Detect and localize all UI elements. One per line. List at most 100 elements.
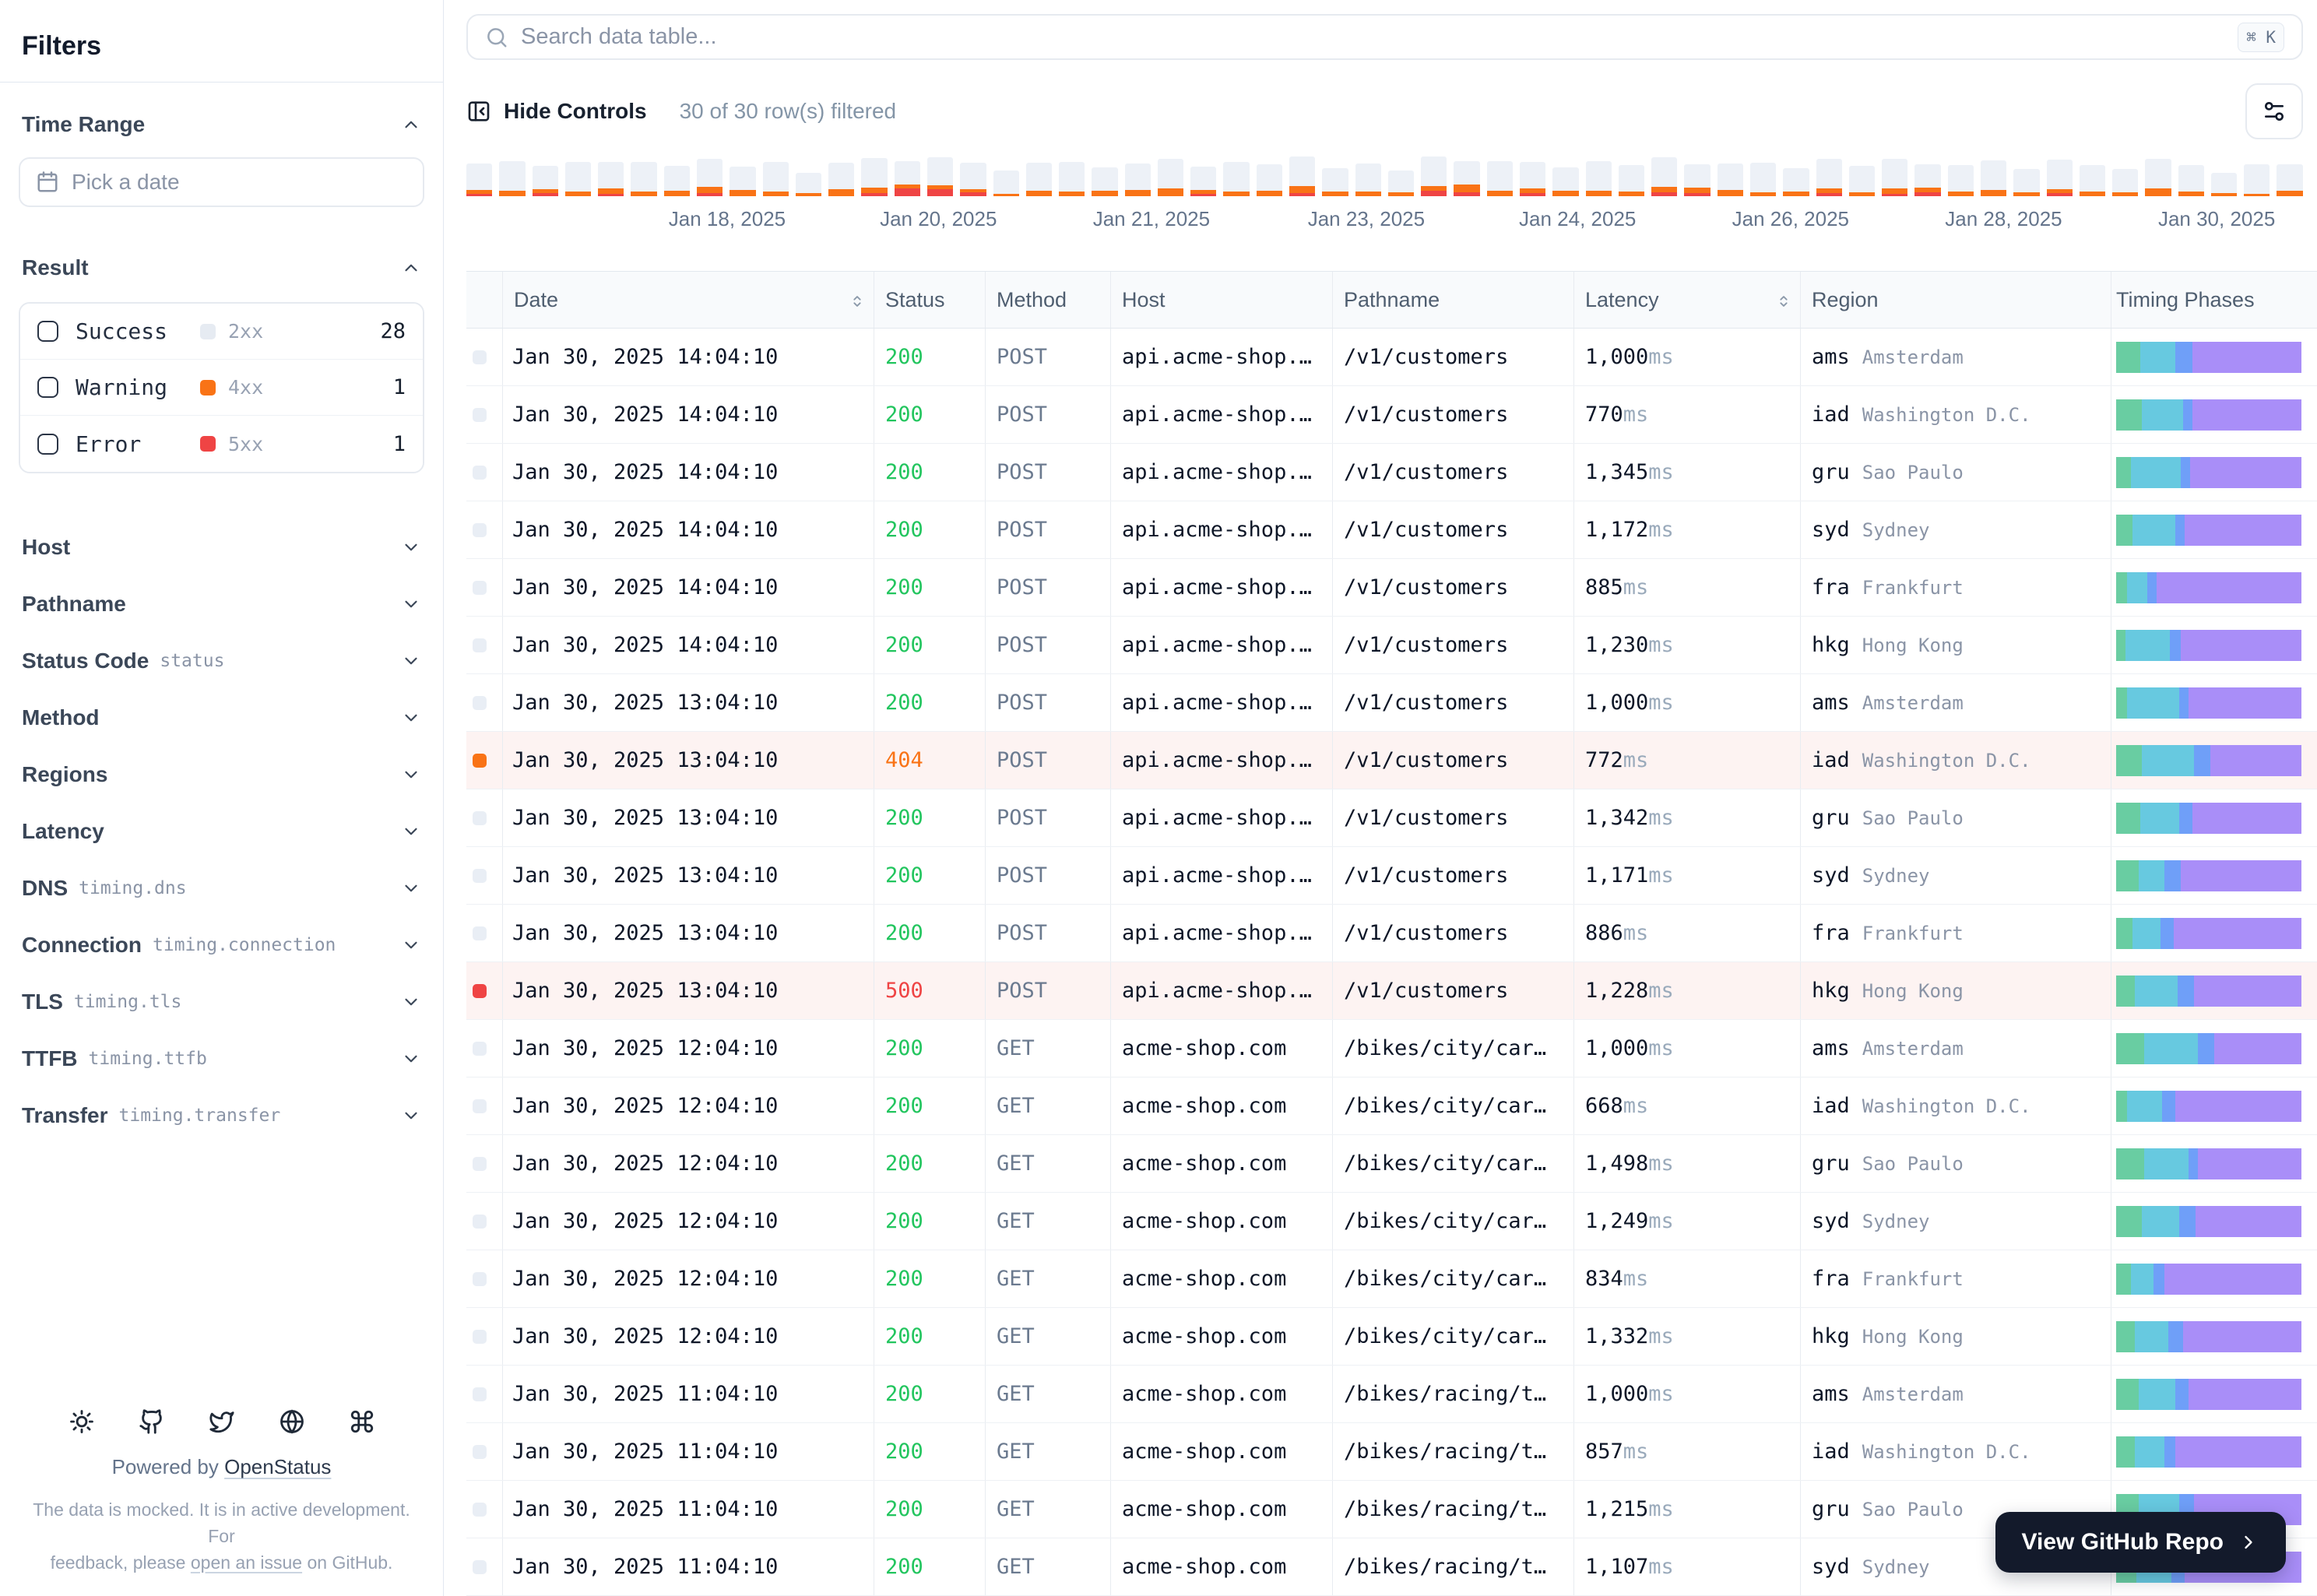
histogram-bar[interactable] — [1914, 164, 1941, 196]
globe-icon[interactable] — [279, 1408, 305, 1435]
table-row[interactable]: Jan 30, 2025 12:04:10 200 GET acme-shop.com… — [466, 1308, 2317, 1366]
table-row[interactable]: Jan 30, 2025 13:04:10 500 POST api.acme-sho… — [466, 962, 2317, 1020]
table-row[interactable]: Jan 30, 2025 14:04:10 200 POST api.acme-sho… — [466, 501, 2317, 559]
histogram-bar[interactable] — [1454, 161, 1480, 196]
histogram-bar[interactable] — [1025, 163, 1053, 196]
histogram-bar[interactable] — [1684, 164, 1711, 196]
command-icon[interactable] — [349, 1408, 375, 1435]
histogram-bar[interactable] — [730, 167, 756, 196]
sidebar-filter-dns[interactable]: DNS timing.dns — [0, 860, 443, 916]
table-row[interactable]: Jan 30, 2025 13:04:10 404 POST api.acme-sho… — [466, 732, 2317, 789]
histogram-bar[interactable] — [532, 166, 558, 196]
histogram-bar[interactable] — [1783, 168, 1809, 196]
view-options-button[interactable] — [2245, 83, 2303, 139]
sidebar-filter-ttfb[interactable]: TTFB timing.ttfb — [0, 1030, 443, 1087]
table-row[interactable]: Jan 30, 2025 12:04:10 200 GET acme-shop.com… — [466, 1020, 2317, 1077]
success-checkbox[interactable] — [37, 321, 58, 342]
histogram-bar[interactable] — [598, 162, 624, 196]
histogram-bar[interactable] — [894, 161, 920, 196]
histogram-bar[interactable] — [2178, 165, 2204, 196]
sidebar-filter-connection[interactable]: Connection timing.connection — [0, 916, 443, 973]
histogram-bar[interactable] — [1749, 163, 1777, 196]
sidebar-filter-regions[interactable]: Regions — [0, 746, 443, 803]
sidebar-filter-latency[interactable]: Latency — [0, 803, 443, 860]
theme-sun-icon[interactable] — [69, 1408, 95, 1435]
github-icon[interactable] — [139, 1408, 165, 1435]
header-latency[interactable]: Latency — [1574, 272, 1801, 328]
histogram-bar[interactable] — [828, 163, 855, 196]
open-issue-link[interactable]: open an issue — [191, 1552, 302, 1573]
result-option-success[interactable]: Success 2xx 28 — [20, 304, 423, 360]
table-row[interactable]: Jan 30, 2025 14:04:10 200 POST api.acme-sho… — [466, 386, 2317, 444]
histogram-bar[interactable] — [2112, 169, 2139, 196]
search-input[interactable] — [521, 24, 2226, 50]
histogram-bar[interactable] — [1552, 167, 1579, 196]
histogram-bar[interactable] — [499, 161, 526, 196]
histogram-bar[interactable] — [1848, 166, 1876, 196]
histogram-bar[interactable] — [960, 163, 986, 196]
result-option-warning[interactable]: Warning 4xx 1 — [20, 360, 423, 416]
header-date[interactable]: Date — [503, 272, 874, 328]
histogram-bar[interactable] — [762, 162, 789, 196]
sidebar-filter-method[interactable]: Method — [0, 689, 443, 746]
histogram-bar[interactable] — [1980, 160, 2007, 196]
warning-checkbox[interactable] — [37, 377, 58, 398]
table-row[interactable]: Jan 30, 2025 13:04:10 200 POST api.acme-sho… — [466, 847, 2317, 905]
table-row[interactable]: Jan 30, 2025 13:04:10 200 POST api.acme-sho… — [466, 789, 2317, 847]
table-row[interactable]: Jan 30, 2025 13:04:10 200 POST api.acme-sho… — [466, 674, 2317, 732]
histogram-bar[interactable] — [2013, 169, 2040, 196]
histogram-bar[interactable] — [861, 158, 888, 196]
histogram-bar[interactable] — [1947, 165, 1974, 196]
histogram-bar[interactable] — [1520, 162, 1546, 196]
histogram-bar[interactable] — [564, 162, 592, 196]
histogram-bar[interactable] — [631, 162, 657, 196]
histogram-bar[interactable] — [926, 157, 954, 196]
table-row[interactable]: Jan 30, 2025 12:04:10 200 GET acme-shop.com… — [466, 1193, 2317, 1250]
histogram-bar[interactable] — [1717, 163, 1743, 196]
histogram-bar[interactable] — [1651, 157, 1678, 196]
view-github-repo-button[interactable]: View GitHub Repo — [1995, 1512, 2286, 1573]
openstatus-link[interactable]: OpenStatus — [224, 1455, 331, 1478]
histogram-bar[interactable] — [1882, 159, 1908, 196]
histogram-bar[interactable] — [1059, 162, 1085, 196]
sidebar-filter-status-code[interactable]: Status Code status — [0, 632, 443, 689]
histogram-bar[interactable] — [795, 173, 822, 196]
histogram-bar[interactable] — [466, 163, 493, 196]
histogram-bar[interactable] — [1486, 161, 1513, 196]
table-row[interactable]: Jan 30, 2025 12:04:10 200 GET acme-shop.com… — [466, 1250, 2317, 1308]
histogram-bar[interactable] — [1355, 163, 1381, 196]
sidebar-filter-transfer[interactable]: Transfer timing.transfer — [0, 1087, 443, 1144]
table-row[interactable]: Jan 30, 2025 14:04:10 200 POST api.acme-sho… — [466, 444, 2317, 501]
histogram-bar[interactable] — [696, 159, 723, 196]
histogram-bar[interactable] — [2244, 164, 2270, 196]
table-row[interactable]: Jan 30, 2025 12:04:10 200 GET acme-shop.com… — [466, 1135, 2317, 1193]
table-row[interactable]: Jan 30, 2025 14:04:10 200 POST api.acme-sho… — [466, 329, 2317, 386]
error-checkbox[interactable] — [37, 433, 58, 455]
sidebar-filter-host[interactable]: Host — [0, 519, 443, 575]
histogram-bar[interactable] — [1190, 167, 1217, 196]
histogram-bar[interactable] — [1092, 167, 1118, 196]
date-picker-button[interactable]: Pick a date — [19, 157, 424, 207]
result-option-error[interactable]: Error 5xx 1 — [20, 416, 423, 472]
histogram-bar[interactable] — [1618, 165, 1645, 196]
histogram-bar[interactable] — [1223, 162, 1250, 196]
histogram-bar[interactable] — [2145, 159, 2171, 196]
histogram-bar[interactable] — [2277, 164, 2303, 196]
table-row[interactable]: Jan 30, 2025 11:04:10 200 GET acme-shop.com… — [466, 1423, 2317, 1481]
histogram-bar[interactable] — [1289, 156, 1316, 196]
twitter-icon[interactable] — [209, 1408, 235, 1435]
sidebar-filter-tls[interactable]: TLS timing.tls — [0, 973, 443, 1030]
result-section-toggle[interactable]: Result — [0, 255, 443, 280]
sidebar-filter-pathname[interactable]: Pathname — [0, 575, 443, 632]
histogram-bar[interactable] — [1387, 170, 1415, 196]
table-row[interactable]: Jan 30, 2025 14:04:10 200 POST api.acme-sho… — [466, 559, 2317, 617]
hide-controls-button[interactable]: Hide Controls — [466, 99, 647, 124]
table-row[interactable]: Jan 30, 2025 14:04:10 200 POST api.acme-sho… — [466, 617, 2317, 674]
histogram-bar[interactable] — [1256, 164, 1283, 196]
histogram-bar[interactable] — [1124, 163, 1151, 196]
table-row[interactable]: Jan 30, 2025 13:04:10 200 POST api.acme-sho… — [466, 905, 2317, 962]
histogram-bar[interactable] — [1421, 156, 1447, 196]
histogram-bar[interactable] — [1816, 159, 1842, 196]
histogram-bar[interactable] — [663, 166, 690, 196]
time-range-section-toggle[interactable]: Time Range — [0, 112, 443, 137]
